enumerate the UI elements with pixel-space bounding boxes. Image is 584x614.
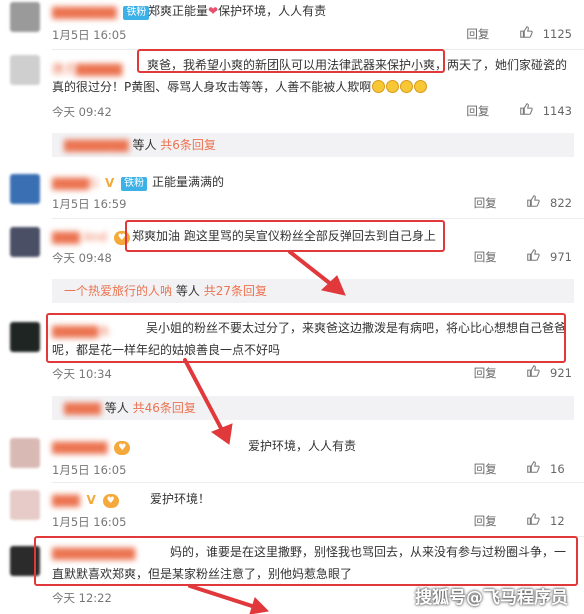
comment-time: 今天 12:22 <box>52 591 112 605</box>
comment-time: 1月5日 16:05 <box>52 28 127 42</box>
like-count: 1143 <box>542 103 572 118</box>
subreply-user[interactable]: 一个热爱旅行的人呐 <box>64 284 172 298</box>
comment-3: ▇▇▇▇G V 铁粉 正能量满满的 1月5日 16:59 回复 822 <box>0 166 584 214</box>
subreply-user[interactable]: ▇▇▇▇▇▇▇ <box>64 138 129 152</box>
comment-text: 爱护环境，人人有责 <box>248 439 357 453</box>
divider <box>52 482 584 483</box>
heart-icon: ♥ <box>102 493 119 508</box>
verified-v-icon: V <box>105 176 115 190</box>
avatar[interactable] <box>10 55 40 85</box>
reply-button[interactable]: 回复 <box>474 195 497 211</box>
highlight-box <box>137 49 445 73</box>
watermark: 搜狐号@飞马程序员 <box>415 588 568 608</box>
iron-fan-badge: 铁粉 <box>123 5 150 20</box>
thumb-up-icon[interactable] <box>526 460 546 477</box>
subreply-count[interactable]: 共27条回复 <box>204 284 267 298</box>
emoji-icon <box>386 80 400 93</box>
like-count: 12 <box>550 513 565 528</box>
like-count: 971 <box>550 249 572 264</box>
subreply-bar[interactable]: ▇▇▇▇▇▇▇ 等人 共6条回复 <box>52 133 574 157</box>
like-count: 16 <box>550 461 565 476</box>
avatar[interactable] <box>10 174 40 204</box>
subreply-mid: 等人 <box>132 138 157 152</box>
heart-icon: ♥ <box>114 440 131 455</box>
comment-time: 1月5日 16:05 <box>52 463 127 477</box>
emoji-icon <box>400 80 414 93</box>
thumb-up-icon[interactable] <box>519 25 539 42</box>
comment-nickname[interactable]: ▇▇▇▇G <box>52 176 98 190</box>
emoji-icon <box>414 80 428 93</box>
thumb-up-icon[interactable] <box>526 194 546 211</box>
comment-time: 今天 09:48 <box>52 251 112 265</box>
reply-button[interactable]: 回复 <box>474 365 497 381</box>
subreply-count[interactable]: 共6条回复 <box>160 138 216 152</box>
comment-time: 今天 09:42 <box>52 105 112 119</box>
thumb-up-icon[interactable] <box>526 364 546 381</box>
reply-button[interactable]: 回复 <box>474 461 497 477</box>
avatar[interactable] <box>10 490 40 520</box>
subreply-user[interactable]: ▇▇▇▇ <box>64 401 101 415</box>
verified-v-icon: V <box>86 493 96 507</box>
highlight-box <box>46 313 566 363</box>
like-count: 822 <box>550 195 572 210</box>
emoji-icon <box>372 80 386 93</box>
reply-button[interactable]: 回复 <box>474 249 497 265</box>
comment-nickname[interactable]: ▇▇▇▇▇▇ <box>52 440 107 454</box>
comment-text: 爱护环境！ <box>150 492 211 506</box>
comment-text: 郑爽正能量 <box>148 4 209 18</box>
comment-time: 1月5日 16:05 <box>52 515 127 529</box>
comment-nickname[interactable]: ▇▇▇ And <box>52 230 107 244</box>
comment-6: ▇▇▇▇▇▇ ♥ 爱护环境，人人有责 1月5日 16:05 回复 16 <box>0 430 584 480</box>
comment-7: ▇▇▇ V ♥ 爱护环境！ 1月5日 16:05 回复 12 <box>0 484 584 534</box>
reply-button[interactable]: 回复 <box>466 103 489 119</box>
like-count: 1125 <box>542 26 572 41</box>
subreply-count[interactable]: 共46条回复 <box>133 401 196 415</box>
subreply-bar[interactable]: 一个热爱旅行的人呐 等人 共27条回复 <box>52 279 574 303</box>
comment-nickname[interactable]: ▇▇▇ <box>52 493 80 507</box>
subreply-mid: 等人 <box>175 284 200 298</box>
heart-icon: ❤ <box>208 4 219 18</box>
comment-1: ▇▇▇▇▇▇▇ 铁粉 郑爽正能量❤保护环境，人人有责 1月5日 16:05 回复… <box>0 0 584 46</box>
subreply-mid: 等人 <box>104 401 129 415</box>
highlight-box <box>34 536 578 586</box>
comment-text-tail: 保护环境，人人有责 <box>218 4 327 18</box>
thumb-up-icon[interactable] <box>526 512 546 529</box>
comment-nickname[interactable]: ▇▇▇▇▇▇▇ <box>52 5 117 19</box>
avatar[interactable] <box>10 438 40 468</box>
comment-text: 正能量满满的 <box>152 175 225 189</box>
comment-time: 1月5日 16:59 <box>52 197 127 211</box>
thumb-up-icon[interactable] <box>519 102 539 119</box>
thumb-up-icon[interactable] <box>526 248 546 265</box>
comment-time: 今天 10:34 <box>52 367 112 381</box>
iron-fan-badge: 铁粉 <box>121 176 148 191</box>
reply-button[interactable]: 回复 <box>474 513 497 529</box>
reply-button[interactable]: 回复 <box>466 26 489 42</box>
subreply-bar[interactable]: ▇▇▇▇ 等人 共46条回复 <box>52 396 574 420</box>
like-count: 921 <box>550 365 572 380</box>
avatar[interactable] <box>10 2 40 32</box>
avatar[interactable] <box>10 322 40 352</box>
highlight-box <box>125 220 445 252</box>
avatar[interactable] <box>10 227 40 257</box>
